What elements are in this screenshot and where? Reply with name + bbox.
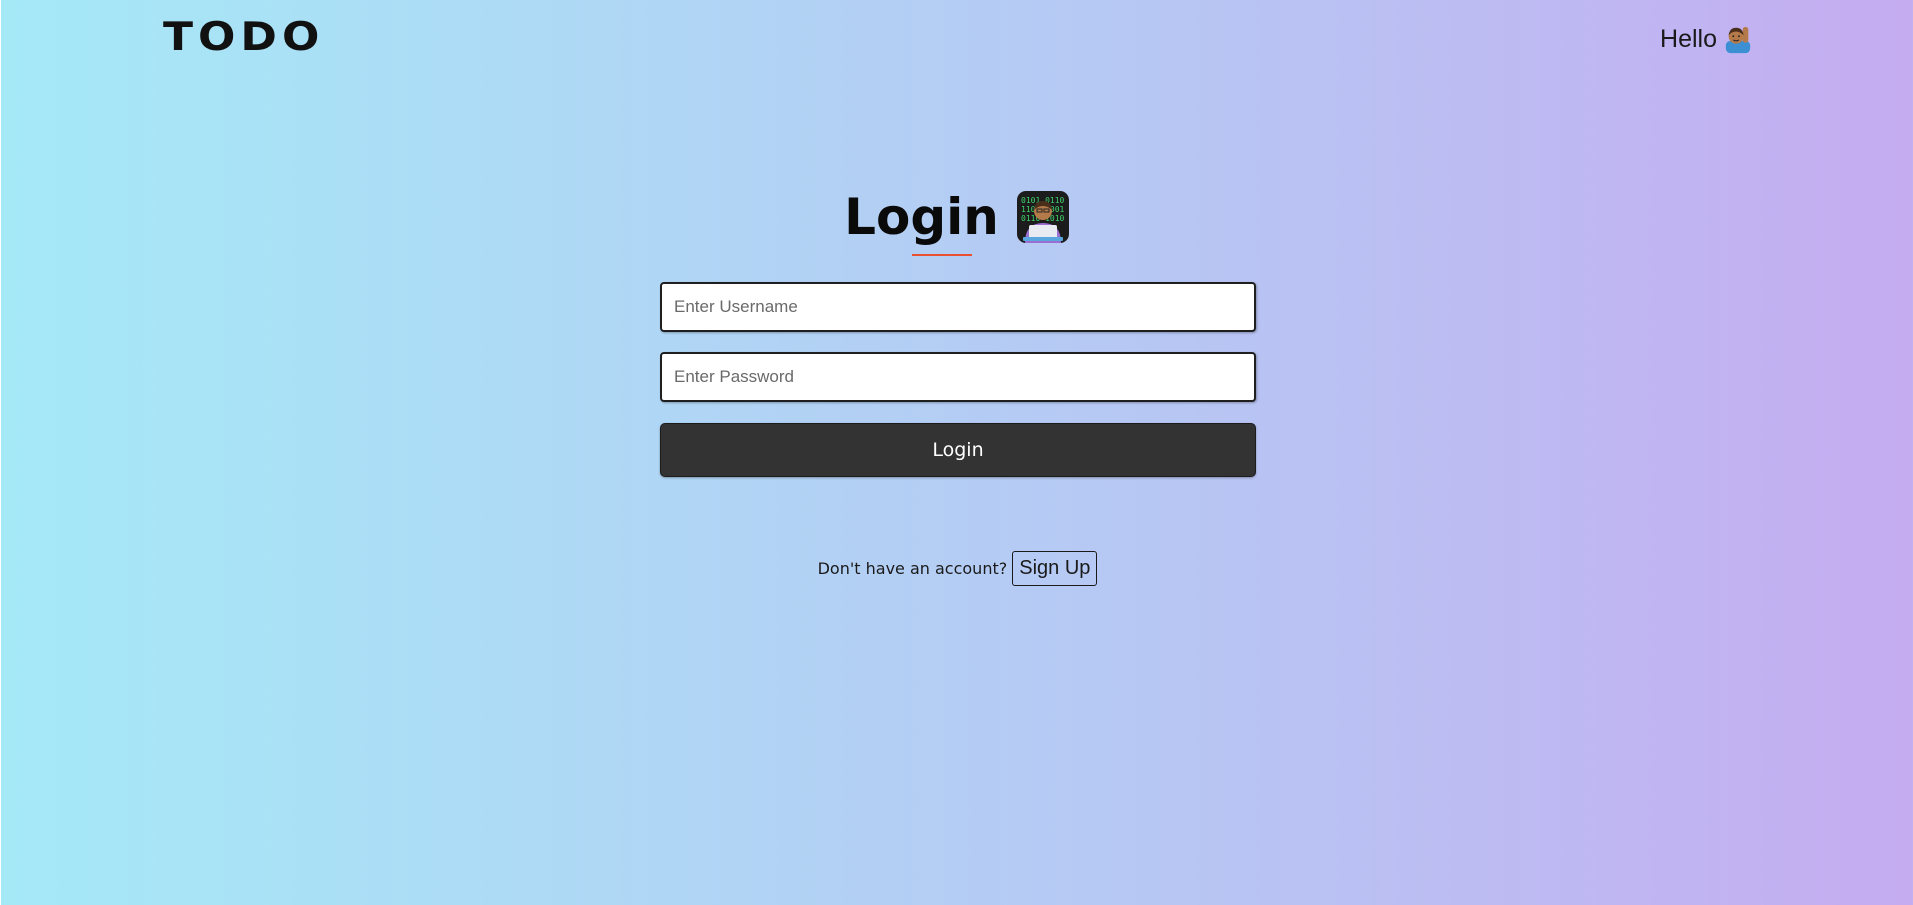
user-greeting: Hello	[1660, 24, 1753, 54]
title-underline	[912, 254, 973, 256]
app-logo: TODO	[163, 14, 325, 60]
login-button[interactable]: Login	[660, 423, 1256, 477]
technologist-icon: 0101 0110 1101 1001 0110 1010	[1016, 191, 1069, 243]
signup-row: Don't have an account? Sign Up	[1, 551, 1913, 586]
signup-prompt: Don't have an account?	[817, 559, 1008, 578]
signup-button[interactable]: Sign Up	[1012, 551, 1098, 586]
login-title: Login	[844, 188, 999, 246]
username-input[interactable]	[660, 282, 1256, 332]
login-heading-wrap: Login 0101 0110 1101 1001 0110 1010	[1, 188, 1913, 256]
raising-hand-icon	[1725, 26, 1751, 54]
greeting-text: Hello	[1660, 24, 1717, 53]
login-heading: Login 0101 0110 1101 1001 0110 1010	[844, 188, 1071, 256]
password-input[interactable]	[660, 352, 1256, 402]
